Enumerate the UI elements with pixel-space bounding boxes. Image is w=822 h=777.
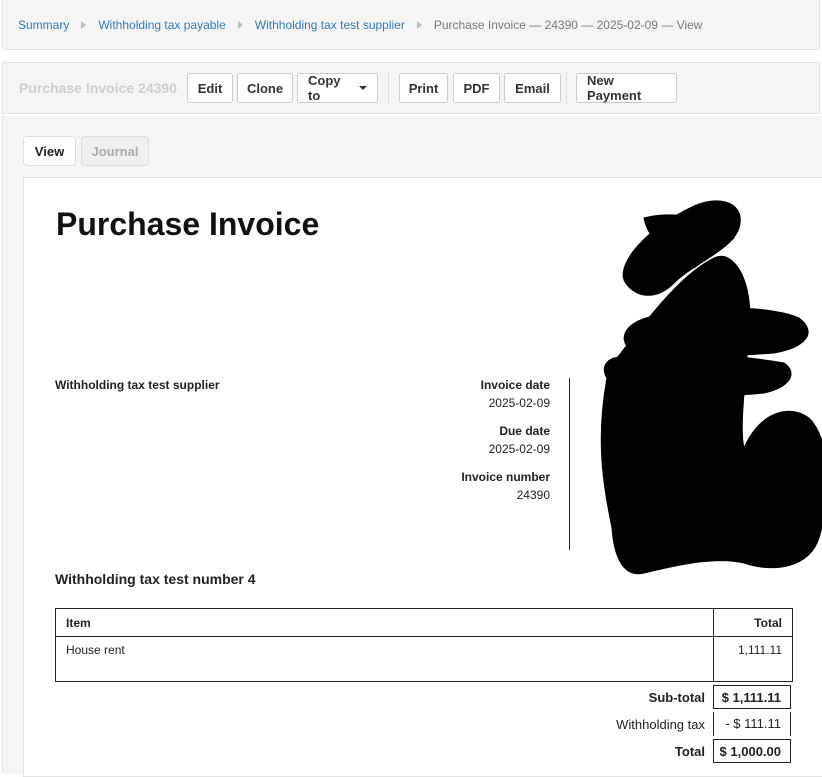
copy-to-button[interactable]: Copy to — [297, 73, 378, 103]
chevron-right-icon — [237, 20, 243, 29]
chevron-right-icon — [416, 20, 422, 29]
table-header-row: Item Total — [55, 608, 793, 637]
invoice-document: Purchase Invoice Withholding tax test su… — [23, 177, 822, 777]
breadcrumb-summary-link[interactable]: Summary — [18, 18, 69, 32]
redaction-scribble — [600, 200, 822, 575]
invoice-number-value: 24390 — [516, 488, 550, 502]
supplier-name: Withholding tax test supplier — [55, 378, 220, 392]
line-item-total: 1,111.11 — [713, 636, 793, 682]
new-payment-button[interactable]: New Payment — [576, 73, 677, 103]
chevron-right-icon — [81, 20, 87, 29]
column-header-total: Total — [713, 608, 793, 637]
total-label: Total — [674, 744, 705, 759]
copy-to-label: Copy to — [308, 73, 341, 103]
subtotal-label: Sub-total — [648, 690, 705, 705]
invoice-title: Purchase Invoice — [56, 206, 320, 242]
invoice-subject: Withholding tax test number 4 — [55, 571, 256, 587]
toolbar: Purchase Invoice 24390 Edit Clone Copy t… — [2, 62, 820, 114]
tab-journal[interactable]: Journal — [81, 136, 149, 166]
edit-button[interactable]: Edit — [187, 73, 233, 103]
toolbar-divider — [388, 71, 389, 105]
document-title: Purchase Invoice 24390 — [19, 80, 177, 96]
due-date-value: 2025-02-09 — [488, 442, 550, 456]
line-item-description: House rent — [55, 636, 714, 682]
total-value: $ 1,000.00 — [713, 739, 791, 763]
toolbar-divider — [566, 71, 567, 105]
line-items-table: Item Total House rent 1,111.11 — [55, 608, 793, 682]
due-date-label: Due date — [499, 424, 550, 438]
breadcrumb-withholding-tax-link[interactable]: Withholding tax payable — [98, 18, 225, 32]
breadcrumb: Summary Withholding tax payable Withhold… — [2, 0, 820, 50]
invoice-number-label: Invoice number — [461, 470, 550, 484]
email-button[interactable]: Email — [504, 73, 561, 103]
table-row: House rent 1,111.11 — [55, 636, 793, 682]
withholding-value: - $ 111.11 — [713, 712, 791, 736]
invoice-date-label: Invoice date — [480, 378, 550, 392]
pdf-button[interactable]: PDF — [453, 73, 500, 103]
subtotal-value: $ 1,111.11 — [713, 685, 791, 709]
column-header-item: Item — [55, 608, 714, 637]
tab-view[interactable]: View — [23, 136, 76, 166]
withholding-label: Withholding tax — [616, 717, 705, 732]
breadcrumb-supplier-link[interactable]: Withholding tax test supplier — [255, 18, 405, 32]
breadcrumb-current: Purchase Invoice — 24390 — 2025-02-09 — … — [433, 17, 703, 32]
print-button[interactable]: Print — [399, 73, 448, 103]
meta-divider — [569, 378, 570, 550]
invoice-meta: Invoice date 2025-02-09 Due date 2025-02… — [461, 378, 550, 516]
clone-button[interactable]: Clone — [237, 73, 293, 103]
main-area: View Journal Purchase Invoice Withholdin… — [2, 116, 822, 777]
caret-down-icon — [359, 86, 367, 90]
invoice-date-value: 2025-02-09 — [488, 396, 550, 410]
